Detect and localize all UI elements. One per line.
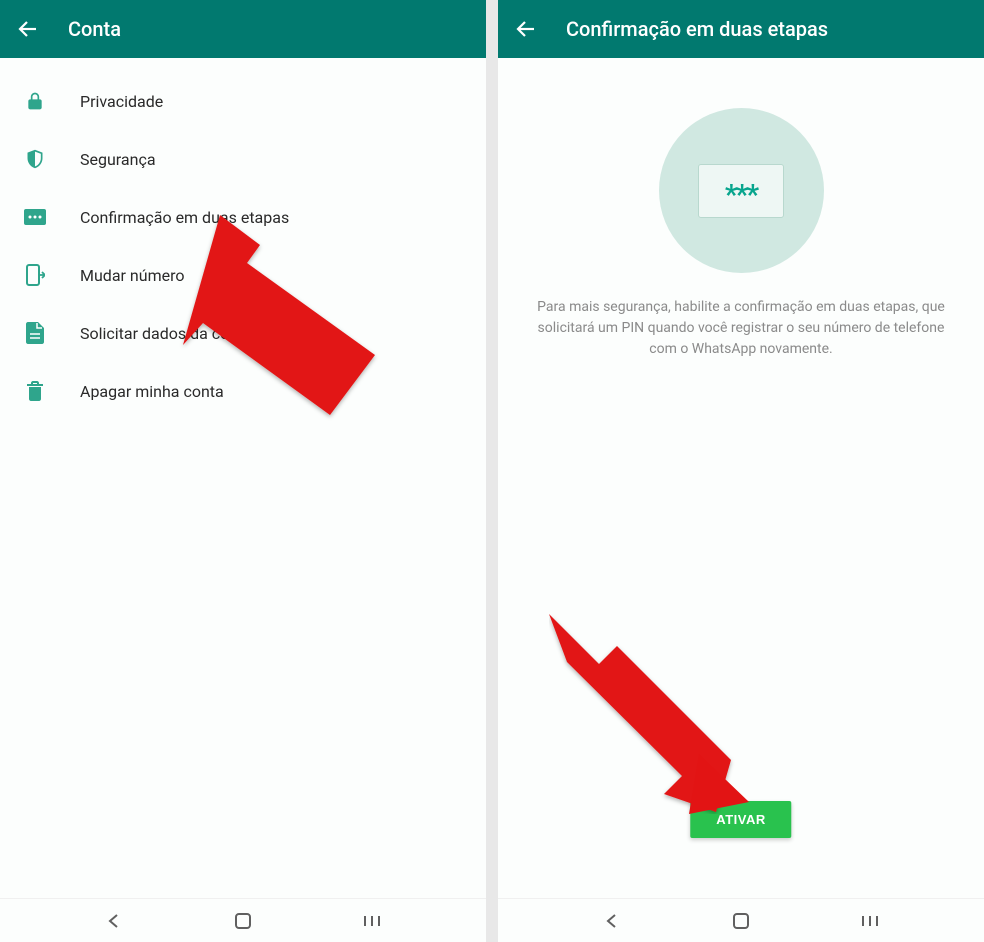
menu-item-privacy[interactable]: Privacidade <box>0 72 486 130</box>
lock-icon <box>24 90 46 112</box>
menu-list: Privacidade Segurança Confirmação em <box>0 58 486 434</box>
menu-item-delete-account[interactable]: Apagar minha conta <box>0 362 486 420</box>
nav-recent-icon[interactable] <box>360 909 384 933</box>
nav-back-icon[interactable] <box>102 909 126 933</box>
phone-swap-icon <box>24 264 46 286</box>
back-icon[interactable] <box>16 17 40 41</box>
menu-item-two-step[interactable]: Confirmação em duas etapas <box>0 188 486 246</box>
menu-label: Solicitar dados da conta <box>80 324 252 343</box>
header-title: Confirmação em duas etapas <box>566 17 828 41</box>
header-bar: Conta <box>0 0 486 58</box>
pin-icon <box>24 206 46 228</box>
pin-box: *** <box>698 164 784 218</box>
menu-label: Mudar número <box>80 266 184 285</box>
menu-label: Confirmação em duas etapas <box>80 208 289 227</box>
content-area: *** Para mais segurança, habilite a conf… <box>498 58 984 898</box>
menu-item-change-number[interactable]: Mudar número <box>0 246 486 304</box>
nav-home-icon[interactable] <box>231 909 255 933</box>
nav-back-icon[interactable] <box>600 909 624 933</box>
menu-label: Apagar minha conta <box>80 382 224 401</box>
shield-icon <box>24 148 46 170</box>
menu-label: Privacidade <box>80 92 163 111</box>
pin-stars: *** <box>725 181 757 209</box>
back-icon[interactable] <box>514 17 538 41</box>
left-phone-screen: Conta Privacidade Segurança <box>0 0 486 942</box>
android-nav-bar <box>0 898 486 942</box>
android-nav-bar <box>498 898 984 942</box>
header-title: Conta <box>68 17 121 41</box>
nav-recent-icon[interactable] <box>858 909 882 933</box>
document-icon <box>24 322 46 344</box>
header-bar: Confirmação em duas etapas <box>498 0 984 58</box>
menu-item-request-data[interactable]: Solicitar dados da conta <box>0 304 486 362</box>
menu-item-security[interactable]: Segurança <box>0 130 486 188</box>
description-text: Para mais segurança, habilite a confirma… <box>531 297 951 360</box>
nav-home-icon[interactable] <box>729 909 753 933</box>
pin-illustration: *** <box>659 108 824 273</box>
activate-button[interactable]: ATIVAR <box>690 801 791 838</box>
annotation-arrow-2 <box>549 614 749 814</box>
trash-icon <box>24 380 46 402</box>
menu-label: Segurança <box>80 150 156 169</box>
right-phone-screen: Confirmação em duas etapas *** Para mais… <box>498 0 984 942</box>
